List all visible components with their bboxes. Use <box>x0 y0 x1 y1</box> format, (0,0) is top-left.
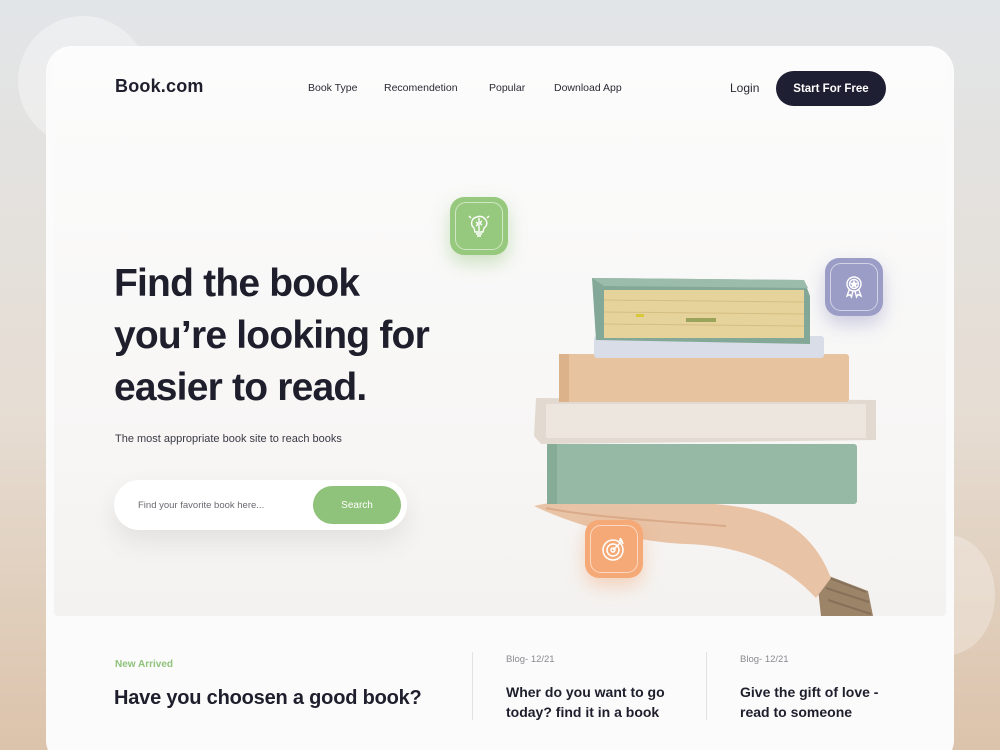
nav-link-download-app[interactable]: Download App <box>554 82 622 94</box>
search-input[interactable] <box>138 496 308 514</box>
divider <box>472 652 473 720</box>
start-for-free-button[interactable]: Start For Free <box>776 71 886 106</box>
nav-link-book-type[interactable]: Book Type <box>308 82 357 94</box>
blog-date: Blog- 12/21 <box>740 654 789 665</box>
blog-title[interactable]: Wher do you want to go today? find it in… <box>506 682 706 722</box>
logo[interactable]: Book.com <box>115 76 204 97</box>
hero-title-line: easier to read. <box>114 366 367 409</box>
new-arrived-label: New Arrived <box>115 659 173 670</box>
landing-card: Book.com Book Type Recomendetion Popular… <box>46 46 954 750</box>
divider <box>706 652 707 720</box>
search-button[interactable]: Search <box>313 486 401 524</box>
blog-title[interactable]: Give the gift of love - read to someone <box>740 682 910 722</box>
award-ribbon-icon <box>825 258 883 316</box>
hero-title: Find the book you’re looking for easier … <box>114 258 474 414</box>
nav-link-recommendation[interactable]: Recomendetion <box>384 82 458 94</box>
new-arrived-title[interactable]: Have you choosen a good book? <box>114 687 422 710</box>
blog-date: Blog- 12/21 <box>506 654 555 665</box>
hero-title-line: Find the book <box>114 262 360 305</box>
hero-subtitle: The most appropriate book site to reach … <box>115 433 342 445</box>
nav-link-popular[interactable]: Popular <box>489 82 525 94</box>
login-link[interactable]: Login <box>730 81 759 95</box>
hero-title-line: you’re looking for <box>114 314 430 357</box>
lightbulb-brain-icon <box>450 197 508 255</box>
search-bar: Search <box>114 480 407 530</box>
target-icon <box>585 520 643 578</box>
